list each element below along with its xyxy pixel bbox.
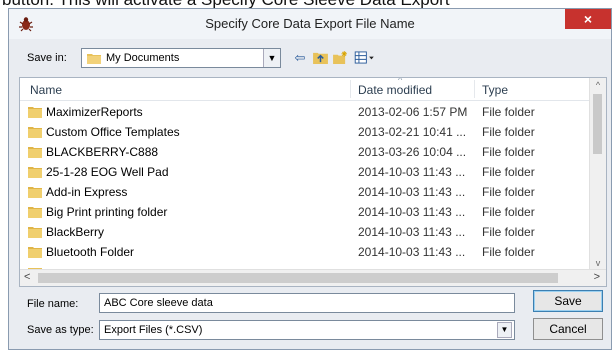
file-name-label: File name: (27, 298, 79, 310)
file-name: 25-1-28 EOG Well Pad (46, 165, 169, 179)
file-name: MaximizerReports (46, 105, 143, 119)
save-file-dialog: Specify Core Data Export File Name × Sav… (8, 8, 612, 350)
file-date: 2013-03-26 10:04 ... (358, 145, 467, 159)
chevron-down-icon[interactable]: ▼ (263, 49, 280, 67)
save-in-dropdown[interactable]: My Documents ▼ (81, 48, 281, 68)
folder-icon (28, 147, 42, 158)
file-name: Bluetooth Folder (46, 245, 135, 259)
scroll-thumb[interactable] (38, 273, 558, 283)
close-button[interactable]: × (565, 9, 611, 29)
file-type: File folder (482, 125, 535, 139)
scroll-up-icon[interactable]: ^ (590, 80, 606, 90)
up-folder-icon[interactable] (311, 49, 329, 67)
folder-icon (28, 187, 42, 198)
save-in-label: Save in: (27, 52, 67, 64)
scroll-down-icon[interactable]: v (590, 258, 606, 268)
save-as-type-dropdown[interactable]: Export Files (*.CSV) ▼ (99, 320, 515, 340)
list-item[interactable]: BlackBerry 2014-10-03 11:43 ... File fol… (20, 222, 592, 242)
file-name: BlackBerry (46, 225, 105, 239)
file-name: Custom Office Templates (46, 125, 180, 139)
column-header-date[interactable]: Date modified (358, 83, 432, 97)
list-item[interactable]: Bluetooth Folder 2014-10-03 11:43 ... Fi… (20, 242, 592, 262)
file-type: File folder (482, 105, 535, 119)
column-divider[interactable] (350, 80, 351, 98)
file-name: Add-in Express (46, 185, 128, 199)
new-folder-icon[interactable] (331, 49, 349, 67)
chevron-down-icon[interactable]: ▼ (497, 322, 512, 338)
file-date: 2013-02-21 10:41 ... (358, 125, 467, 139)
list-item[interactable]: Big Print printing folder 2014-10-03 11:… (20, 202, 592, 222)
scroll-left-icon[interactable]: < (24, 271, 30, 283)
file-date: 2014-10-03 11:43 ... (358, 165, 466, 179)
file-type: File folder (482, 205, 535, 219)
cancel-button[interactable]: Cancel (533, 318, 603, 340)
vertical-scrollbar[interactable]: ^ v (589, 78, 606, 270)
file-name: BLACKBERRY-C888 (46, 145, 159, 159)
list-item[interactable]: MaximizerReports 2013-02-06 1:57 PM File… (20, 102, 592, 122)
list-item[interactable]: Add-in Express 2014-10-03 11:43 ... File… (20, 182, 592, 202)
column-header-name[interactable]: Name (30, 83, 62, 97)
list-header: Name ^ Date modified Type (20, 78, 592, 101)
file-date: 2013-02-06 1:57 PM (358, 105, 468, 119)
dialog-title: Specify Core Data Export File Name (205, 16, 415, 31)
file-type: File folder (482, 145, 535, 159)
file-list: Name ^ Date modified Type MaximizerRepor… (19, 77, 607, 287)
list-item[interactable]: BLACKBERRY-C888 2013-03-26 10:04 ... Fil… (20, 142, 592, 162)
file-date: 2014-10-03 11:43 ... (358, 245, 466, 259)
scroll-right-icon[interactable]: > (594, 271, 600, 283)
file-date: 2014-10-03 11:43 ... (358, 225, 466, 239)
document-text-line: button. This will activate a Specify Cor… (2, 0, 450, 8)
folder-icon (28, 167, 42, 178)
save-as-type-value: Export Files (*.CSV) (104, 324, 203, 336)
file-name-input[interactable]: ABC Core sleeve data (99, 293, 515, 313)
file-date: 2014-10-03 11:43 ... (358, 185, 466, 199)
back-icon[interactable]: ⇦ (291, 49, 309, 67)
column-header-type[interactable]: Type (482, 83, 508, 97)
title-bar: Specify Core Data Export File Name × (9, 9, 611, 39)
folder-icon (87, 54, 101, 64)
save-in-value: My Documents (106, 52, 180, 64)
scroll-thumb[interactable] (593, 94, 602, 154)
list-item[interactable]: Custom Office Templates 2013-02-21 10:41… (20, 122, 592, 142)
save-button[interactable]: Save (533, 290, 603, 312)
file-type: File folder (482, 245, 535, 259)
file-type: File folder (482, 165, 535, 179)
horizontal-scrollbar[interactable]: < > (20, 269, 606, 286)
folder-icon (28, 247, 42, 258)
folder-icon (28, 227, 42, 238)
folder-icon (28, 127, 42, 138)
view-menu-icon[interactable] (353, 49, 375, 67)
file-type: File folder (482, 225, 535, 239)
close-icon: × (583, 11, 593, 27)
save-as-type-label: Save as type: (27, 324, 94, 336)
file-name-value: ABC Core sleeve data (104, 297, 213, 309)
background-document-text: button. This will activate a Specify Cor… (0, 0, 612, 8)
folder-icon (28, 207, 42, 218)
file-type: File folder (482, 185, 535, 199)
file-name: Big Print printing folder (46, 205, 168, 219)
list-item[interactable]: 25-1-28 EOG Well Pad 2014-10-03 11:43 ..… (20, 162, 592, 182)
file-date: 2014-10-03 11:43 ... (358, 205, 466, 219)
column-divider[interactable] (474, 80, 475, 98)
folder-icon (28, 107, 42, 118)
